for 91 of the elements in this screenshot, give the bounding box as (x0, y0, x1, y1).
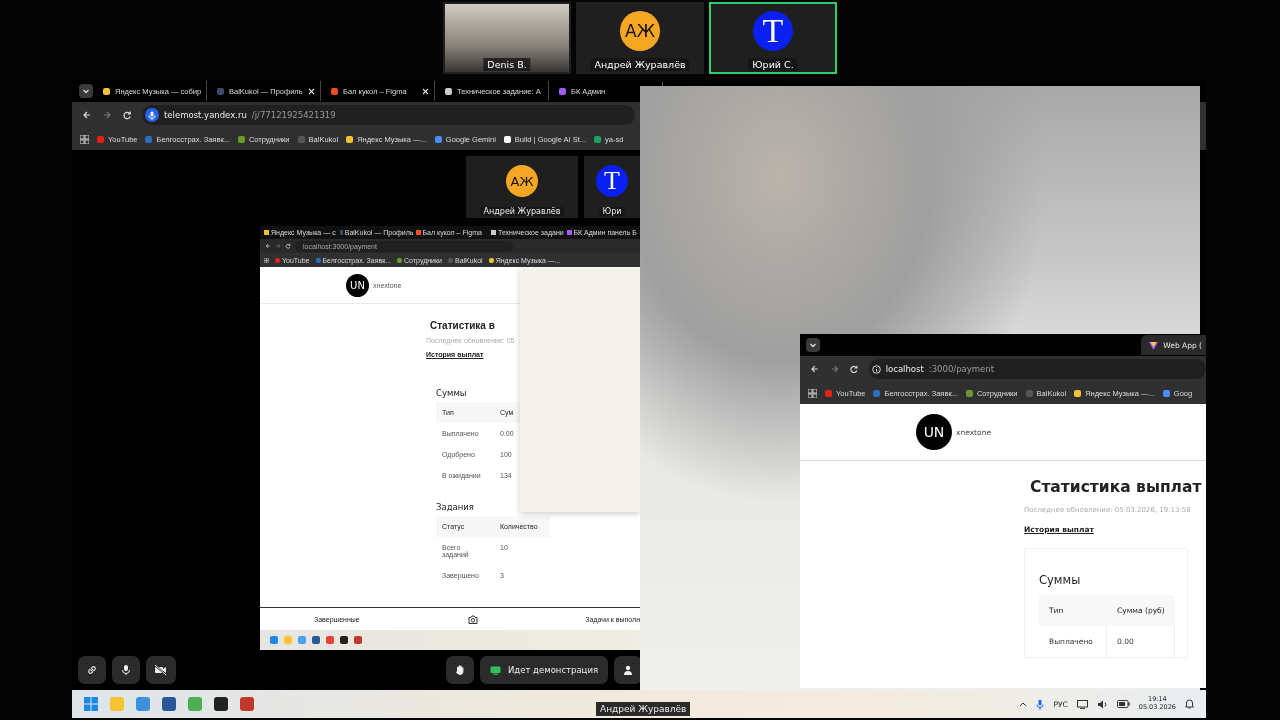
forward-icon[interactable] (829, 364, 840, 374)
bookmark-favicon-icon (1025, 389, 1033, 397)
tab-favicon-icon (491, 230, 496, 235)
tooltip: Андрей Журавлёв (596, 702, 691, 716)
bookmark-favicon-icon (397, 257, 403, 263)
reload-icon[interactable] (285, 243, 291, 249)
tab-favicon-icon (339, 230, 343, 235)
tab-favicon-icon (445, 87, 452, 95)
screen-icon (490, 665, 501, 675)
section-title: Суммы (1039, 573, 1082, 587)
raised-hand-icon (454, 664, 466, 676)
chevron-up-icon[interactable] (1019, 701, 1028, 707)
bookmark-favicon-icon (297, 135, 305, 143)
microphone-icon[interactable] (1036, 698, 1045, 710)
bookmark-favicon-icon (237, 135, 245, 143)
bookmark-favicon-icon (873, 389, 881, 397)
tab-favicon-icon (415, 230, 421, 235)
taskbar-app-icon[interactable] (214, 697, 228, 711)
avatar-circle: АЖ (506, 165, 538, 197)
bookmark-favicon-icon (965, 389, 973, 397)
tab-favicon-icon (1149, 340, 1159, 350)
battery-icon[interactable] (1116, 700, 1130, 708)
tab-favicon-icon (264, 230, 269, 235)
participant-name: Андрей Журавлёв (480, 207, 564, 216)
close-icon[interactable] (308, 87, 315, 95)
info-icon[interactable] (871, 364, 881, 374)
participant-name: Юри (599, 207, 625, 216)
section-title: Суммы (436, 388, 467, 398)
url-host: localhost (885, 364, 924, 374)
bookmark-favicon-icon (1162, 389, 1170, 397)
apps-grid-icon[interactable] (808, 388, 817, 398)
bookmark-favicon-icon (346, 135, 354, 143)
raise-hand-button[interactable] (446, 656, 474, 684)
link-button[interactable] (78, 656, 106, 684)
camera-off-icon (154, 664, 168, 676)
forward-icon[interactable] (102, 110, 112, 120)
reload-icon[interactable] (849, 364, 859, 374)
bookmark-favicon-icon (145, 135, 153, 143)
user-avatar: UN (916, 414, 952, 450)
microphone-icon (145, 108, 159, 122)
page-title: Статистика выплат (1030, 478, 1202, 496)
back-icon[interactable] (265, 243, 271, 249)
monitor-icon[interactable] (1076, 699, 1088, 709)
bookmark-favicon-icon (315, 257, 321, 263)
bookmark-favicon-icon (97, 135, 104, 143)
avatar-circle: АЖ (620, 11, 660, 51)
screen-sharing-button[interactable]: Идет демонстрация (480, 656, 609, 684)
bookmark-favicon-icon (434, 135, 442, 143)
notification-bell-icon[interactable] (1185, 699, 1194, 709)
bookmark-favicon-icon (488, 257, 494, 263)
avatar-circle: T (596, 165, 628, 197)
back-icon[interactable] (82, 110, 92, 120)
tab-favicon-icon (217, 87, 224, 95)
url-path: :3000/payment (928, 364, 995, 374)
address-bar[interactable]: telemost.yandex.ru /j/77121925421319 (142, 105, 635, 125)
start-icon[interactable] (84, 697, 98, 711)
reload-icon[interactable] (122, 110, 132, 120)
tab-favicon-icon (566, 230, 572, 235)
microphone-button[interactable] (112, 656, 140, 684)
avatar-circle: T (753, 11, 793, 51)
bookmark-favicon-icon (275, 257, 280, 263)
tab-search-icon[interactable] (806, 338, 820, 352)
camera-off-button[interactable] (146, 656, 176, 684)
bookmark-favicon-icon (825, 389, 832, 397)
microphone-icon (120, 664, 132, 676)
participants-button[interactable] (614, 656, 643, 684)
address-bar[interactable]: localhost :3000/payment (868, 359, 1206, 379)
tab-search-icon[interactable] (79, 84, 93, 98)
apps-grid-icon[interactable] (80, 134, 89, 144)
link-icon (86, 664, 98, 676)
participant-name: Юрий С. (748, 58, 798, 71)
participant-name: Denis B. (483, 58, 531, 71)
bookmark-favicon-icon (448, 257, 453, 263)
tab-favicon-icon (103, 87, 110, 95)
bookmark-favicon-icon (1074, 389, 1082, 397)
participant-name: Андрей Журавлёв (590, 58, 690, 71)
page-title: Статистика в (430, 320, 495, 331)
tab-favicon-icon (331, 87, 338, 95)
speaker-icon[interactable] (1096, 699, 1108, 709)
bookmark-favicon-icon (503, 135, 511, 143)
camera-icon[interactable] (467, 614, 478, 624)
url-host: telemost.yandex.ru (164, 110, 247, 120)
bookmark-favicon-icon (594, 135, 601, 143)
apps-grid-icon[interactable] (264, 257, 269, 263)
close-icon[interactable] (422, 87, 429, 95)
url-path: /j/77121925421319 (251, 110, 336, 120)
user-avatar: UN (346, 273, 369, 297)
back-icon[interactable] (810, 364, 820, 374)
tab-favicon-icon (559, 87, 566, 95)
person-icon (623, 665, 634, 675)
section-title: Задания (436, 502, 474, 512)
